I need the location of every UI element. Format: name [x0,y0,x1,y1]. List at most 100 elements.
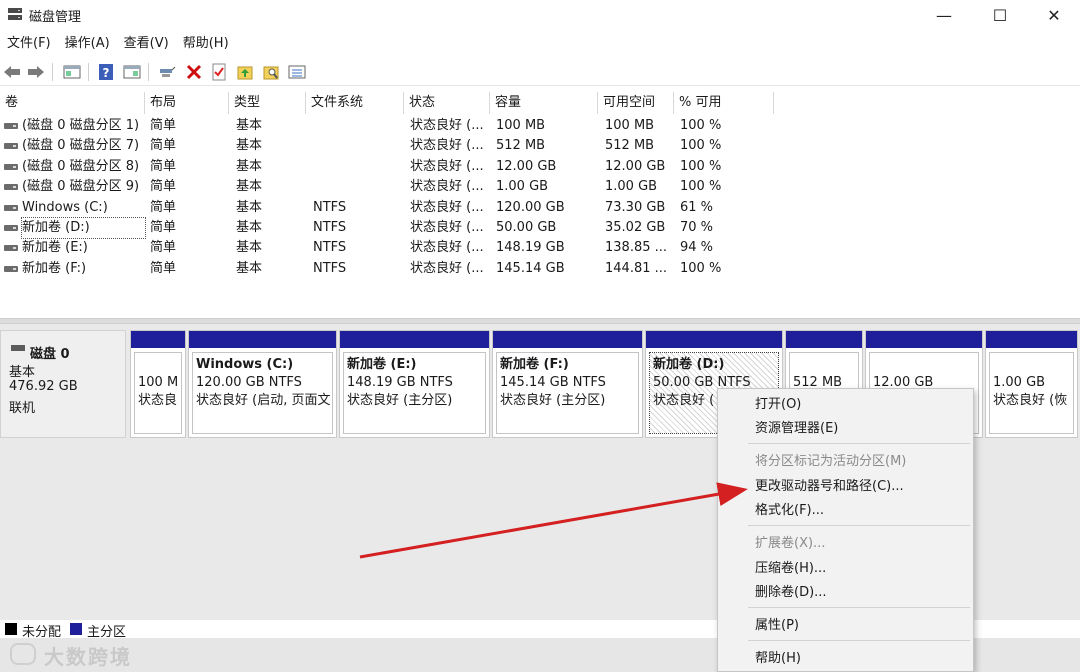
show-hide-console-tree-icon[interactable] [61,61,83,83]
cell-filesystem: NTFS [313,199,347,215]
partition-size: 100 M [138,375,179,390]
cell-volume: (磁盘 0 磁盘分区 9) [22,179,140,195]
partition-name: 新加卷 (E:) [347,357,417,372]
maximize-button[interactable]: ☐ [977,0,1023,30]
menu-format[interactable]: 格式化(F)... [718,499,973,523]
cell-filesystem: NTFS [313,260,347,276]
table-row[interactable]: 新加卷 (E:) 简单 基本 NTFS 状态良好 (... 148.19 GB 138.85… [0,238,780,258]
cell-free-space: 35.02 GB [605,220,666,235]
table-row[interactable]: (磁盘 0 磁盘分区 1) 简单 基本 状态良好 (... 100 MB 100 MB 10… [0,116,780,136]
menu-shrink-volume[interactable]: 压缩卷(H)... [718,557,973,581]
cell-free-space: 73.30 GB [605,199,666,215]
partition-type-bar [340,331,489,348]
drive-icon [4,265,18,272]
menu-extend-volume: 扩展卷(X)... [755,536,826,551]
back-icon[interactable] [1,61,23,83]
volume-list: 卷 布局 类型 文件系统 状态 容量 可用空间 % 可用 (磁盘 0 磁盘分区 … [0,92,1080,318]
column-header-percent-free[interactable]: % 可用 [674,92,774,114]
list-view-icon[interactable] [286,61,308,83]
menu-file[interactable]: 文件(F) [0,33,58,55]
delete-icon[interactable] [183,61,205,83]
cell-type: 基本 [236,240,263,256]
table-row[interactable]: 新加卷 (F:) 简单 基本 NTFS 状态良好 (... 145.14 GB 144.81… [0,259,780,279]
help-icon[interactable]: ? [95,61,117,83]
column-header-layout[interactable]: 布局 [145,92,229,114]
partition-size: 120.00 GB NTFS [196,375,302,390]
folder-search-icon[interactable] [260,61,282,83]
cell-layout: 简单 [150,220,177,235]
drive-icon [4,245,18,252]
menu-open[interactable]: 打开(O) [718,393,973,417]
column-header-filesystem[interactable]: 文件系统 [306,92,404,114]
cell-percent-free: 94 % [680,240,714,256]
menu-separator [748,525,970,526]
column-header-status[interactable]: 状态 [404,92,490,114]
partition-size: 148.19 GB NTFS [347,375,453,390]
watermark-logo [10,643,36,665]
disk-type: 基本 [9,365,36,380]
partition-name: 新加卷 (D:) [653,357,725,372]
partition-1gb[interactable]: 1.00 GB 状态良好 (恢 [985,330,1078,438]
connect-icon[interactable] [156,61,178,83]
legend-primary-swatch [70,623,82,635]
partition-status: 状态良 [138,393,178,408]
disk-icon [11,345,25,351]
menu-help-item[interactable]: 帮助(H) [718,647,973,671]
table-row[interactable]: Windows (C:) 简单 基本 NTFS 状态良好 (... 120.00 GB 73… [0,198,780,218]
column-header-volume[interactable]: 卷 [0,92,145,114]
cell-free-space: 144.81 ... [605,260,668,276]
cell-filesystem [313,136,403,156]
properties-icon[interactable] [121,61,143,83]
drive-icon [4,204,18,211]
cell-capacity: 1.00 GB [496,179,549,195]
cell-status: 状态良好 (... [410,179,484,195]
cell-volume: 新加卷 (E:) [22,240,88,256]
drive-icon [4,225,18,231]
partition-body: 100 M 状态良 [134,352,182,434]
cell-capacity: 145.14 GB [496,260,565,276]
table-row[interactable]: 新加卷 (D:) 简单 基本 NTFS 状态良好 (... 50.00 GB 35.02 G… [0,217,780,239]
menu-help[interactable]: 帮助(H) [176,33,236,55]
menu-properties[interactable]: 属性(P) [718,614,973,638]
column-header-capacity[interactable]: 容量 [490,92,598,114]
cell-volume: (磁盘 0 磁盘分区 8) [22,158,140,174]
title-bar: 磁盘管理 — ☐ ✕ [0,0,1080,30]
partition-status: 状态良好 (恢 [993,393,1068,408]
folder-up-icon[interactable] [234,61,256,83]
cell-type: 基本 [236,179,263,195]
table-row[interactable]: (磁盘 0 磁盘分区 9) 简单 基本 状态良好 (... 1.00 GB 1.00 GB… [0,177,780,197]
table-row[interactable]: (磁盘 0 磁盘分区 7) 简单 基本 状态良好 (... 512 MB 512 MB 10… [0,136,780,156]
minimize-icon: — [936,5,952,25]
minimize-button[interactable]: — [921,0,967,30]
cell-layout: 简单 [150,118,177,133]
cell-filesystem: NTFS [313,220,347,235]
disk-0-label[interactable]: 磁盘 0 基本 476.92 GB 联机 [0,330,126,438]
cell-layout: 简单 [150,240,177,256]
partition-f[interactable]: 新加卷 (F:) 145.14 GB NTFS 状态良好 (主分区) [492,330,643,438]
partition-c[interactable]: Windows (C:) 120.00 GB NTFS 状态良好 (启动, 页面文 [188,330,337,438]
svg-text:?: ? [103,66,110,80]
cell-layout: 简单 [150,179,177,195]
forward-icon[interactable] [25,61,47,83]
cell-filesystem [313,157,403,177]
cell-volume: 新加卷 (F:) [22,260,87,276]
menu-explorer[interactable]: 资源管理器(E) [718,417,973,441]
partition-100mb[interactable]: 100 M 状态良 [130,330,186,438]
menu-view[interactable]: 查看(V) [117,33,176,55]
partition-type-bar [131,331,185,348]
check-icon[interactable] [208,61,230,83]
table-row[interactable]: (磁盘 0 磁盘分区 8) 简单 基本 状态良好 (... 12.00 GB 12.00 … [0,157,780,177]
watermark-text: 大数跨境 [44,645,132,669]
partition-size: 1.00 GB [993,375,1046,390]
cell-capacity: 50.00 GB [496,220,557,235]
menu-action[interactable]: 操作(A) [58,33,117,55]
close-button[interactable]: ✕ [1031,0,1077,30]
cell-percent-free: 100 % [680,118,722,133]
partition-e[interactable]: 新加卷 (E:) 148.19 GB NTFS 状态良好 (主分区) [339,330,490,438]
column-header-type[interactable]: 类型 [229,92,306,114]
column-header-free-space[interactable]: 可用空间 [598,92,674,114]
cell-type: 基本 [236,138,263,154]
menu-delete-volume[interactable]: 删除卷(D)... [718,581,973,605]
menu-change-drive-letter[interactable]: 更改驱动器号和路径(C)... [718,475,973,499]
drive-icon [4,184,18,191]
